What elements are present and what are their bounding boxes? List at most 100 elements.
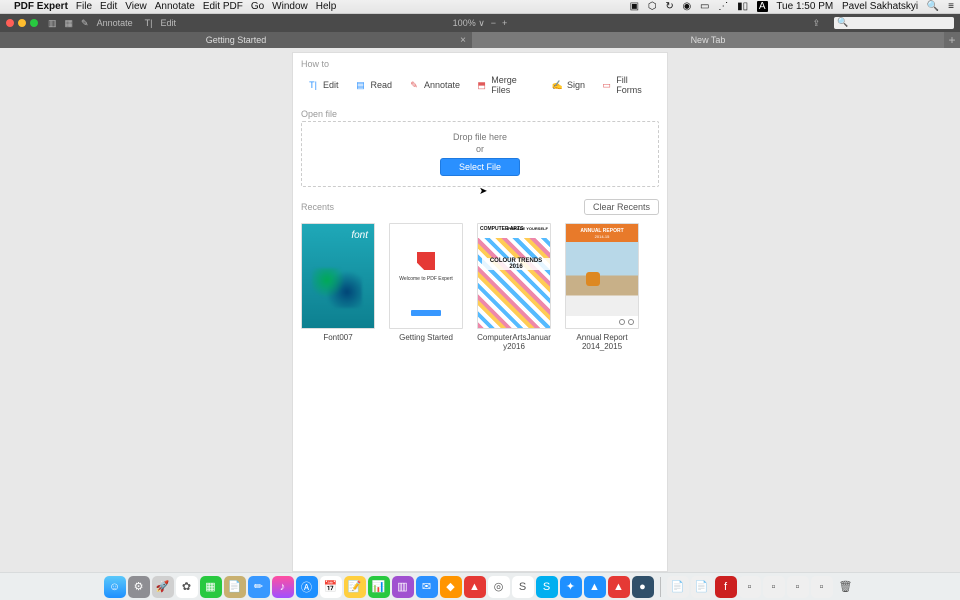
dock-dock-flash[interactable]: f [715,576,737,598]
dock-pdf2[interactable]: ▲ [608,576,630,598]
display-icon[interactable]: ▣ [630,1,639,12]
window-close-button[interactable] [6,19,14,27]
annual-thumb-sub: 2014-15 [570,234,634,239]
menu-extras-icon[interactable]: ≡ [948,1,954,12]
menubar-item-edit[interactable]: Edit [100,1,117,12]
menubar-user[interactable]: Pavel Sakhatskyi [842,1,918,12]
recent-font007[interactable]: Font007 [301,223,375,351]
sync-icon[interactable]: ↻ [665,1,673,12]
dock-numbers[interactable]: 📊 [368,576,390,598]
howto-read[interactable]: ▤Read [349,75,399,95]
tab-close-icon[interactable]: × [460,33,466,47]
airplay-icon[interactable]: ▭ [700,1,709,12]
dock-sysprefs[interactable]: ⚙ [128,576,150,598]
tab-add-button[interactable]: + [944,32,960,48]
spotlight-icon[interactable]: 🔍 [927,1,939,12]
annotate-tool-label[interactable]: Annotate [97,18,133,28]
menubar-item-edit-pdf[interactable]: Edit PDF [203,1,243,12]
tab-label: New Tab [691,35,726,45]
dock-appstore[interactable]: Ⓐ [296,576,318,598]
macos-dock: ☺⚙🚀✿▦📄✏♪Ⓐ📅📝📊▥✉◆▲◎SS✦▲▲●📄📄f▫▫▫▫🗑 [0,572,960,600]
window-toolbar: ▥ ▦ ✎ Annotate T| Edit 100% ∨ − + ⇪ 🔍 [0,14,960,32]
select-file-button[interactable]: Select File [440,158,520,176]
dock-calendar[interactable]: 📅 [320,576,342,598]
dock-pdfexpert[interactable]: ▲ [464,576,486,598]
menubar-clock[interactable]: Tue 1:50 PM [776,1,833,12]
dock-trash[interactable]: 🗑 [835,576,857,598]
howto-fillforms[interactable]: ▭Fill Forms [595,75,659,95]
dock-chrome[interactable]: ◎ [488,576,510,598]
dock-skype[interactable]: S [536,576,558,598]
dock-spreadsheet[interactable]: ▦ [200,576,222,598]
window-traffic-lights [6,19,38,27]
menubar-item-annotate[interactable]: Annotate [155,1,195,12]
recent-carts-thumbnail: COMPUTER ARTSUPGRADE YOURSELFCOLOUR TREN… [477,223,551,329]
dock-dock-doc2[interactable]: 📄 [691,576,713,598]
dock-dock-doc1[interactable]: 📄 [667,576,689,598]
dock-dock-app3[interactable]: ▫ [787,576,809,598]
zoom-in-button[interactable]: + [502,18,507,28]
dock-photos[interactable]: ✿ [176,576,198,598]
lang-icon[interactable]: A [757,1,768,12]
wifi-icon[interactable]: ⋰ [718,1,728,12]
dock-dock-app2[interactable]: ▫ [763,576,785,598]
howto-edit[interactable]: T|Edit [301,75,345,95]
grid-view-icon[interactable]: ▦ [65,18,74,29]
dock-dark[interactable]: ● [632,576,654,598]
content-area: How to T|Edit▤Read✎Annotate⬒Merge Files✍… [0,48,960,572]
recent-carts-label: ComputerArtsJanuary2016 [477,333,551,351]
menubar-item-window[interactable]: Window [272,1,308,12]
recent-getting-label: Getting Started [389,333,463,342]
menubar-item-go[interactable]: Go [251,1,264,12]
dock-notes2[interactable]: 📝 [344,576,366,598]
dock-notes1[interactable]: 📄 [224,576,246,598]
dock-brush[interactable]: ✏ [248,576,270,598]
clear-recents-button[interactable]: Clear Recents [584,199,659,215]
zoom-out-button[interactable]: − [491,18,496,28]
zoom-level[interactable]: 100% ∨ [453,18,485,29]
dock-safari[interactable]: ✦ [560,576,582,598]
dock-slack[interactable]: S [512,576,534,598]
record-icon[interactable]: ◉ [683,1,692,12]
sidebar-toggle-icon[interactable]: ▥ [48,18,57,29]
howto-sign[interactable]: ✍Sign [545,75,591,95]
dock-separator [660,577,661,597]
dock-launchpad[interactable]: 🚀 [152,576,174,598]
window-maximize-button[interactable] [30,19,38,27]
dock-nav[interactable]: ▲ [584,576,606,598]
annotate-tool-icon[interactable]: ✎ [81,18,89,29]
dock-itunes[interactable]: ♪ [272,576,294,598]
tab-new-tab[interactable]: New Tab [472,32,944,48]
dock-dock-app4[interactable]: ▫ [811,576,833,598]
openfile-heading: Open file [293,103,667,121]
howto-annotate[interactable]: ✎Annotate [402,75,466,95]
carts-thumb-upg: UPGRADE YOURSELF [505,226,548,231]
edit-tool-icon[interactable]: T| [145,18,153,28]
menubar-app-name[interactable]: PDF Expert [14,1,68,12]
dock-dock-app1[interactable]: ▫ [739,576,761,598]
dock-mail[interactable]: ✉ [416,576,438,598]
recent-annual[interactable]: ANNUAL REPORT2014-15Annual Report 2014_2… [565,223,639,351]
battery-icon[interactable]: ▮▯ [737,1,748,12]
menubar-item-view[interactable]: View [125,1,147,12]
book-icon: ▤ [355,79,367,91]
recent-carts[interactable]: COMPUTER ARTSUPGRADE YOURSELFCOLOUR TREN… [477,223,551,351]
share-icon[interactable]: ⇪ [812,18,820,29]
recent-getting[interactable]: Welcome to PDF ExpertGetting Started [389,223,463,351]
window-minimize-button[interactable] [18,19,26,27]
howto-edit-label: Edit [323,80,339,90]
menubar-item-file[interactable]: File [76,1,92,12]
tab-label: Getting Started [206,35,267,45]
edit-tool-label[interactable]: Edit [160,18,176,28]
dock-sketch[interactable]: ◆ [440,576,462,598]
recent-font007-label: Font007 [301,333,375,342]
howto-sign-label: Sign [567,80,585,90]
dock-finder[interactable]: ☺ [104,576,126,598]
dropbox-icon[interactable]: ⬡ [648,1,657,12]
menubar-item-help[interactable]: Help [316,1,337,12]
tab-getting-started[interactable]: Getting Started × [0,32,472,48]
file-dropzone[interactable]: Drop file here or Select File [301,121,659,187]
search-input[interactable] [834,17,954,29]
dock-charts[interactable]: ▥ [392,576,414,598]
howto-merge[interactable]: ⬒Merge Files [470,75,541,95]
